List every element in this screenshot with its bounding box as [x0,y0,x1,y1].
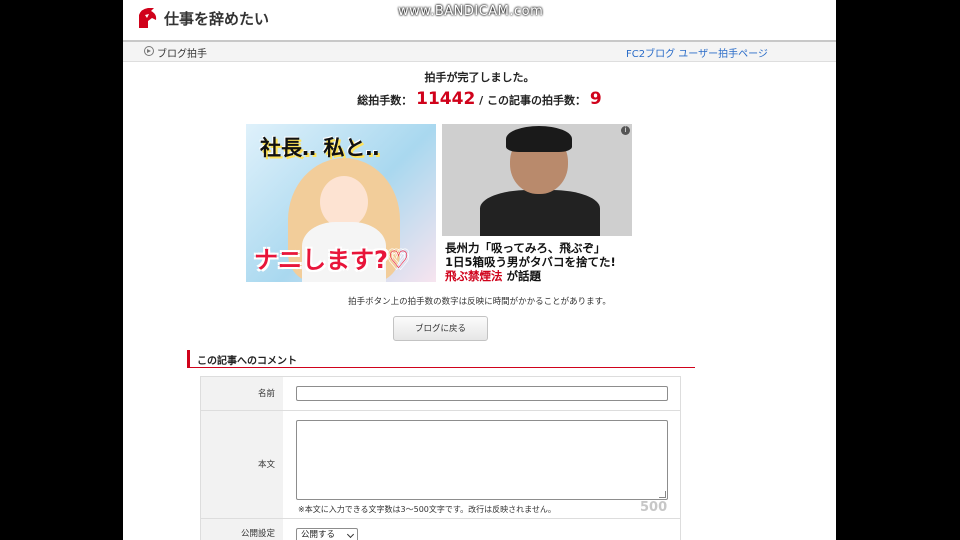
ad-info-icon[interactable]: i [621,126,630,135]
anime-ad-banner[interactable]: 社長‥ 私と‥ ナニします?♡ [246,124,436,282]
form-row-divider [283,410,681,411]
visibility-select[interactable]: 公開する [296,528,358,540]
ad1-tagline: ナニします?♡ [254,246,410,274]
bandicam-watermark: www.BANDICAM.com [398,4,544,19]
circle-arrow-icon [144,46,154,56]
back-to-blog-button[interactable]: ブログに戻る [393,316,488,341]
clap-counts: 総拍手数： 11442 / この記事の拍手数： 9 [123,89,836,109]
resize-grip-icon[interactable] [659,491,666,498]
count-separator: / [479,94,487,107]
name-label: 名前 [201,377,283,411]
clap-page: 仕事を辞めたい ブログ拍手 FC2ブログ ユーザー拍手ページ 拍手が完了しました… [123,0,836,540]
total-clap-count: 11442 [416,89,476,109]
chevron-down-icon [346,530,355,539]
body-length-hint: ※本文に入力できる文字数は3～500文字です。改行は反映されません。 [298,505,556,514]
ad-character-face [320,176,368,228]
form-row-divider [283,518,681,519]
visibility-selected-value: 公開する [301,530,336,540]
fc2-user-clap-page-link[interactable]: FC2ブログ ユーザー拍手ページ [626,45,768,60]
ad-person-hair [506,126,572,152]
sub-navigation-bar: ブログ拍手 FC2ブログ ユーザー拍手ページ [123,40,836,62]
comment-heading-text: この記事へのコメント [197,356,297,367]
site-title[interactable]: 仕事を辞めたい [164,8,269,29]
ad1-headline: 社長‥ 私と‥ [260,136,380,160]
ad2-highlight: 飛ぶ禁煙法 [445,269,503,282]
char-counter: 500 [640,500,668,515]
ad-person-suit [480,190,600,236]
comment-body-textarea[interactable] [296,420,668,500]
comment-form: 名前 本文 ※本文に入力できる文字数は3～500文字です。改行は反映されません。… [200,376,681,540]
ad2-line-3: 飛ぶ禁煙法 が話題 [445,268,541,282]
clap-delay-note: 拍手ボタン上の拍手数の数字は反映に時間がかかることがあります。 [348,297,611,307]
breadcrumb: ブログ拍手 [157,49,207,60]
name-input[interactable] [296,386,668,401]
article-clap-count: 9 [589,89,602,109]
visibility-label: 公開設定 [201,519,283,540]
quit-smoking-ad-banner[interactable]: i 長州力「吸ってみろ、飛ぶぞ」 1日5箱吸う男がタバコを捨てた! 飛ぶ禁煙法 … [442,124,632,282]
article-clap-label: この記事の拍手数： [487,94,586,107]
ad2-line-3-rest: が話題 [506,269,542,282]
total-clap-label: 総拍手数： [357,94,413,107]
clap-complete-message: 拍手が完了しました。 [424,71,535,84]
body-label: 本文 [201,411,283,519]
comment-section-heading: この記事へのコメント [187,350,695,368]
horse-logo-icon[interactable] [136,6,160,30]
ad-photo [442,124,632,236]
